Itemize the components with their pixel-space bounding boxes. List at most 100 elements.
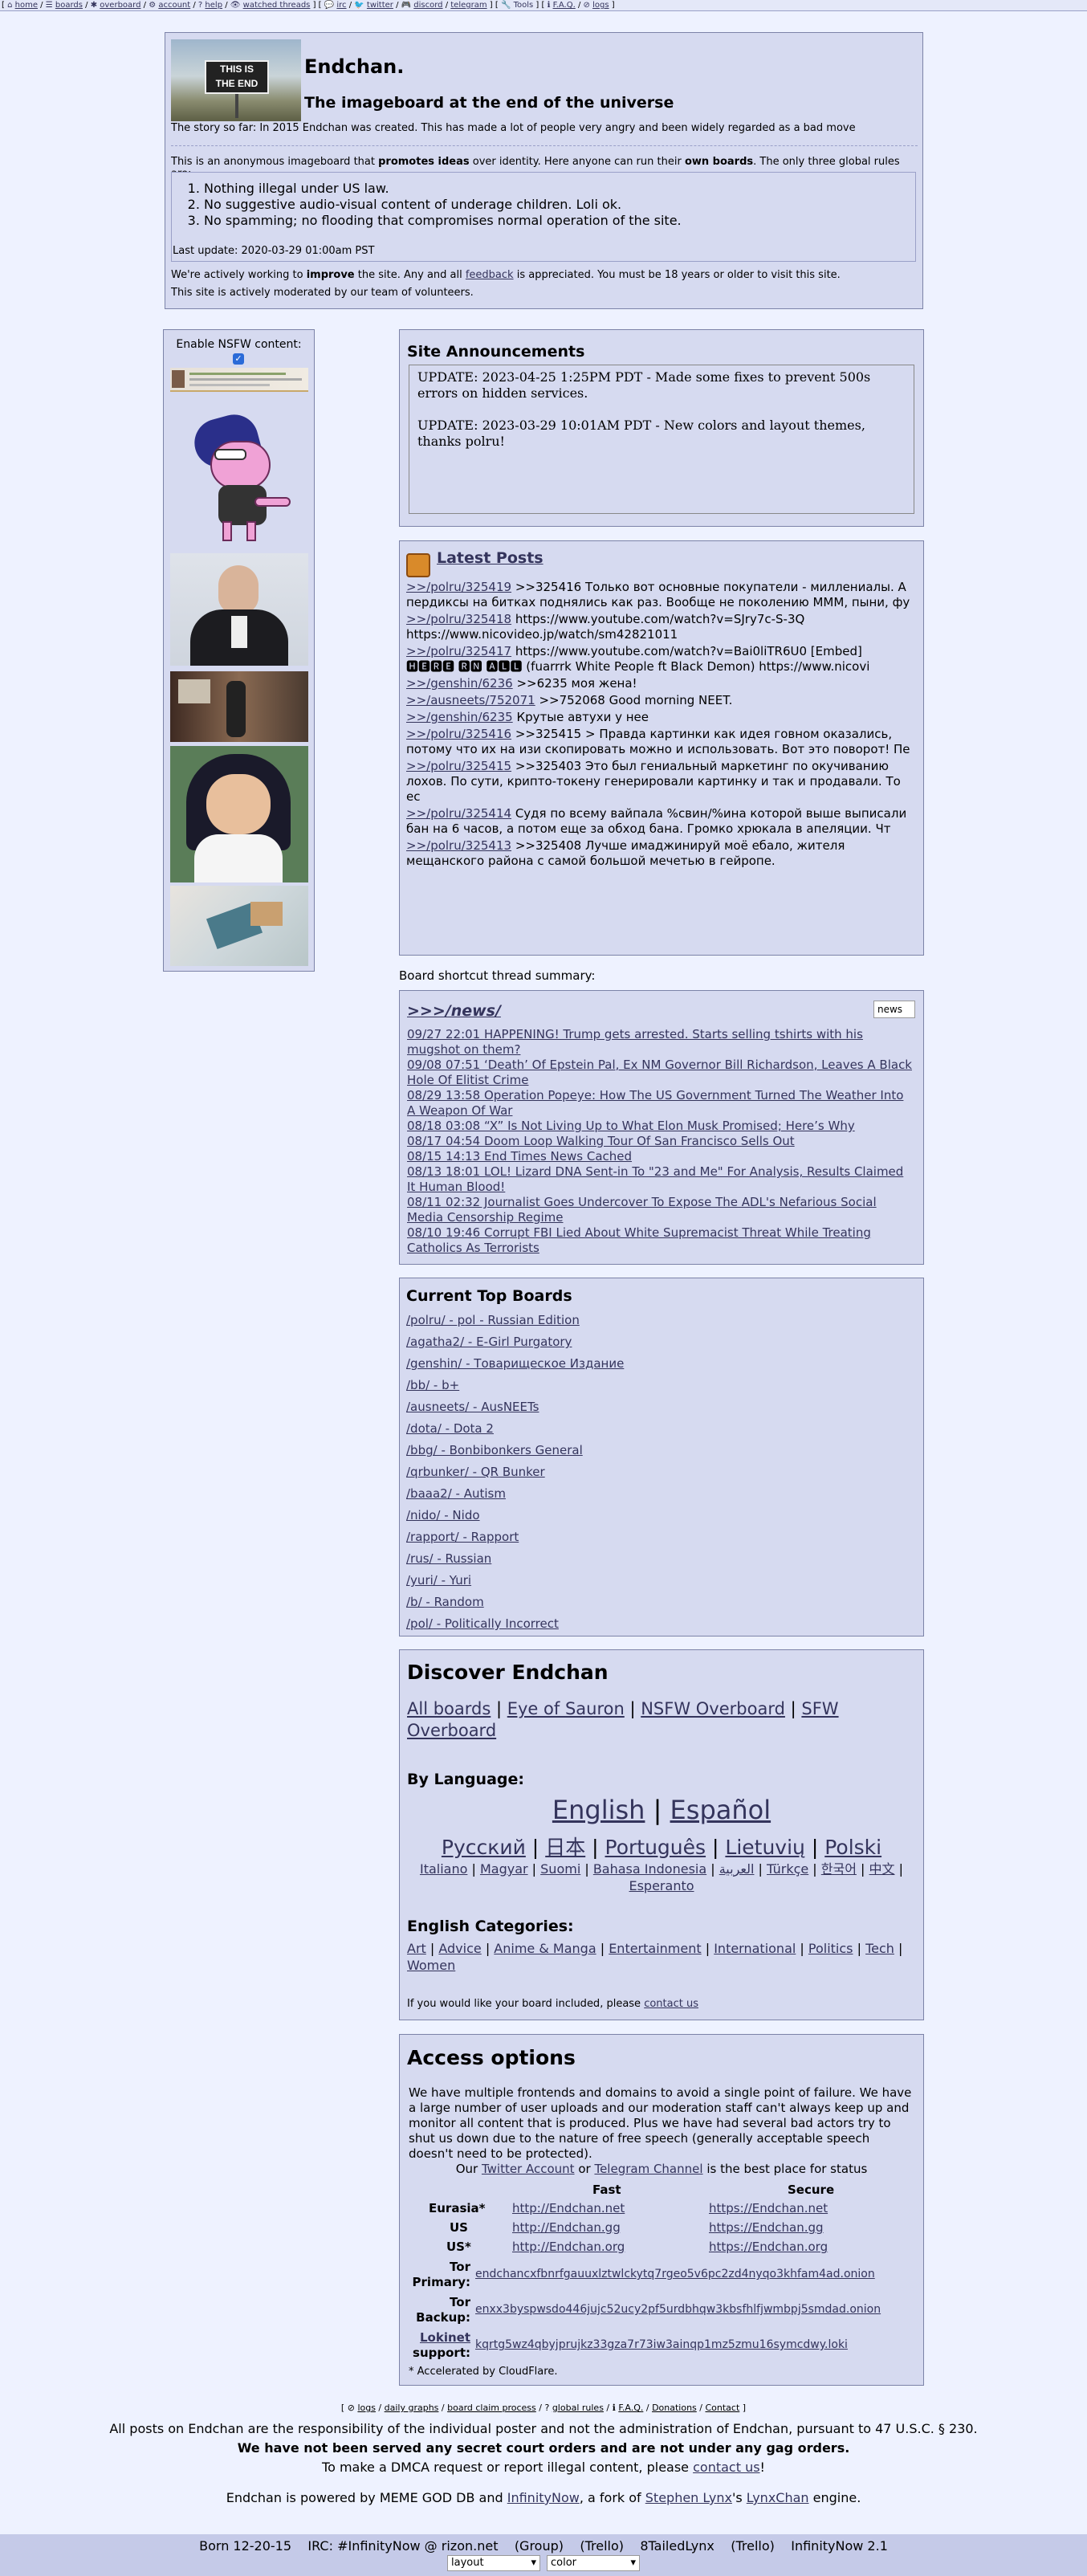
lang-english-link[interactable]: English: [552, 1795, 645, 1825]
post-link[interactable]: >>/genshin/6236: [406, 676, 513, 691]
nav-discord[interactable]: 🎮 discord: [401, 1, 443, 10]
top-board-link[interactable]: /yuri/ - Yuri: [406, 1570, 624, 1592]
lang-chinese-link[interactable]: 中文: [869, 1861, 895, 1877]
fast-link[interactable]: http://Endchan.net: [512, 2201, 625, 2215]
nav-boards[interactable]: ☰ boards: [46, 1, 83, 10]
lang-italian-link[interactable]: Italiano: [420, 1861, 467, 1877]
lang-espanol-link[interactable]: Español: [670, 1795, 771, 1825]
lang-hungarian-link[interactable]: Magyar: [480, 1861, 528, 1877]
category-link[interactable]: Tech: [865, 1941, 894, 1956]
nav-home[interactable]: ⌂ home: [7, 1, 38, 10]
summary-thread[interactable]: 08/10 19:46 Corrupt FBI Lied About White…: [407, 1225, 913, 1256]
post-link[interactable]: >>/genshin/6235: [406, 710, 513, 724]
summary-board-link[interactable]: >>>/news/: [407, 1002, 501, 1020]
post-link[interactable]: >>/ausneets/752071: [406, 693, 535, 707]
bar-trello-link[interactable]: (Trello): [580, 2538, 624, 2554]
top-board-link[interactable]: /baaa2/ - Autism: [406, 1483, 624, 1505]
secure-link[interactable]: https://Endchan.net: [709, 2201, 828, 2215]
top-board-link[interactable]: /genshin/ - Товарищеское Издание: [406, 1353, 624, 1375]
footer-contact-link[interactable]: Contact: [705, 2403, 739, 2413]
secure-link[interactable]: https://Endchan.org: [709, 2240, 828, 2254]
post-link[interactable]: >>/polru/325418: [406, 612, 511, 626]
lokinet-link[interactable]: Lokinet: [420, 2330, 470, 2345]
lang-turkish-link[interactable]: Türkçe: [767, 1861, 808, 1877]
bar-8tl-link[interactable]: 8TailedLynx: [640, 2538, 714, 2554]
all-boards-link[interactable]: All boards: [407, 1699, 491, 1718]
bar-group-link[interactable]: (Group): [515, 2538, 564, 2554]
footer-faq-link[interactable]: ℹ F.A.Q.: [613, 2403, 644, 2413]
top-board-link[interactable]: /nido/ - Nido: [406, 1505, 624, 1526]
summary-thread[interactable]: 08/18 03:08 “X” Is Not Living Up to What…: [407, 1119, 913, 1134]
dmca-contact-link[interactable]: contact us: [693, 2460, 759, 2475]
summary-thread[interactable]: 08/29 13:58 Operation Popeye: How The US…: [407, 1088, 913, 1119]
post-link[interactable]: >>/polru/325419: [406, 580, 511, 594]
board-select[interactable]: news: [873, 1001, 915, 1018]
nsfw-checkbox[interactable]: ✓: [233, 353, 244, 365]
lang-japanese-link[interactable]: 日本: [545, 1836, 585, 1859]
thumb-screenshot[interactable]: [170, 368, 308, 392]
lang-arabic-link[interactable]: العربية: [719, 1861, 755, 1877]
thumb-anime[interactable]: [170, 746, 308, 882]
top-board-link[interactable]: /rapport/ - Rapport: [406, 1526, 624, 1548]
color-select[interactable]: color ▾: [547, 2555, 640, 2571]
fast-link[interactable]: http://Endchan.org: [512, 2240, 625, 2254]
lynxchan-link[interactable]: LynxChan: [747, 2490, 809, 2505]
bar-trello-link-2[interactable]: (Trello): [731, 2538, 775, 2554]
top-board-link[interactable]: /rus/ - Russian: [406, 1548, 624, 1570]
twitter-link[interactable]: Twitter Account: [482, 2162, 575, 2176]
category-link[interactable]: Art: [407, 1941, 426, 1956]
eye-of-sauron-link[interactable]: Eye of Sauron: [507, 1699, 625, 1718]
stephen-lynx-link[interactable]: Stephen Lynx: [645, 2490, 732, 2505]
nav-logs[interactable]: ⊘ logs: [584, 1, 609, 10]
post-link[interactable]: >>/polru/325413: [406, 838, 511, 853]
contact-us-link[interactable]: contact us: [644, 1998, 698, 2010]
summary-thread[interactable]: 08/11 02:32 Journalist Goes Undercover T…: [407, 1195, 913, 1225]
site-logo[interactable]: THIS IS THE END: [171, 39, 301, 121]
tor-backup-link[interactable]: enxx3byspwsdo446jujc52ucy2pf5urdbhqw3kbs…: [475, 2303, 881, 2316]
top-board-link[interactable]: /qrbunker/ - QR Bunker: [406, 1461, 624, 1483]
nav-help[interactable]: ? help: [198, 1, 222, 10]
category-link[interactable]: Advice: [438, 1941, 481, 1956]
layout-select[interactable]: layout ▾: [447, 2555, 540, 2571]
top-board-link[interactable]: /b/ - Random: [406, 1592, 624, 1613]
category-link[interactable]: Anime & Manga: [494, 1941, 596, 1956]
lang-finnish-link[interactable]: Suomi: [540, 1861, 580, 1877]
top-board-link[interactable]: /polru/ - pol - Russian Edition: [406, 1310, 624, 1331]
summary-thread[interactable]: 08/13 18:01 LOL! Lizard DNA Sent-in To "…: [407, 1164, 913, 1195]
nav-irc[interactable]: 💬 irc: [324, 1, 347, 10]
category-link[interactable]: Women: [407, 1958, 455, 1973]
top-board-link[interactable]: /ausneets/ - AusNEETs: [406, 1396, 624, 1418]
nav-faq[interactable]: ℹ F.A.Q.: [548, 1, 576, 10]
lang-polish-link[interactable]: Polski: [824, 1836, 881, 1859]
nav-account[interactable]: ⚙ account: [149, 1, 190, 10]
footer-rules-link[interactable]: ? global rules: [544, 2403, 603, 2413]
summary-thread[interactable]: 09/27 22:01 HAPPENING! Trump gets arrest…: [407, 1027, 913, 1058]
feedback-link[interactable]: feedback: [466, 269, 514, 281]
fast-link[interactable]: http://Endchan.gg: [512, 2220, 621, 2235]
secure-link[interactable]: https://Endchan.gg: [709, 2220, 824, 2235]
nav-telegram[interactable]: telegram: [450, 1, 487, 10]
nav-tools[interactable]: 🔧 Tools: [501, 1, 533, 10]
thumb-room[interactable]: [170, 886, 308, 966]
category-link[interactable]: International: [714, 1941, 796, 1956]
thumb-pony[interactable]: [170, 409, 308, 545]
footer-donations-link[interactable]: Donations: [652, 2403, 697, 2413]
summary-thread[interactable]: 09/08 07:51 ‘Death’ Of Epstein Pal, Ex N…: [407, 1058, 913, 1088]
category-link[interactable]: Entertainment: [609, 1941, 701, 1956]
category-link[interactable]: Politics: [808, 1941, 853, 1956]
top-board-link[interactable]: /dota/ - Dota 2: [406, 1418, 624, 1440]
lang-russian-link[interactable]: Русский: [442, 1836, 526, 1859]
lang-indonesian-link[interactable]: Bahasa Indonesia: [593, 1861, 706, 1877]
post-link[interactable]: >>/polru/325417: [406, 644, 511, 658]
post-link[interactable]: >>/polru/325414: [406, 806, 511, 821]
nav-overboard[interactable]: ✱ overboard: [91, 1, 141, 10]
top-board-link[interactable]: /agatha2/ - E-Girl Purgatory: [406, 1331, 624, 1353]
top-board-link[interactable]: /bb/ - b+: [406, 1375, 624, 1396]
nsfw-overboard-link[interactable]: NSFW Overboard: [641, 1699, 785, 1718]
summary-thread[interactable]: 08/15 14:13 End Times News Cached: [407, 1149, 913, 1164]
footer-claim-link[interactable]: board claim process: [447, 2403, 536, 2413]
lang-portuguese-link[interactable]: Português: [605, 1836, 706, 1859]
thumb-portrait[interactable]: [170, 553, 308, 666]
lang-lithuanian-link[interactable]: Lietuvių: [725, 1836, 805, 1859]
lang-esperanto-link[interactable]: Esperanto: [629, 1878, 694, 1893]
